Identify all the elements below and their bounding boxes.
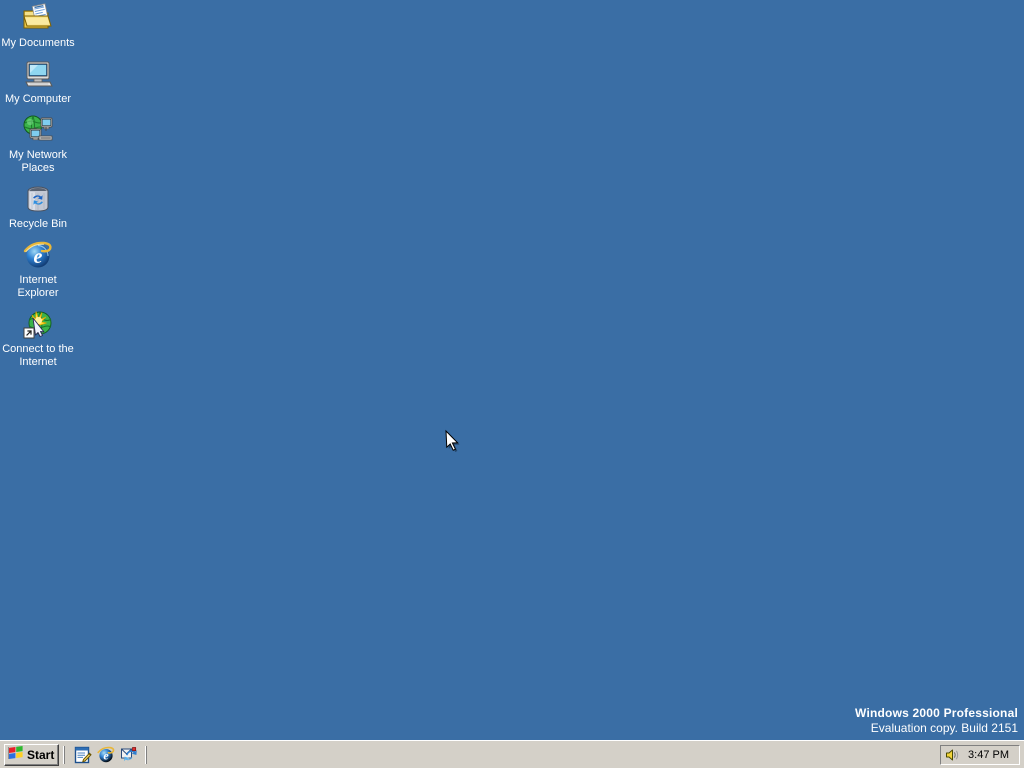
show-desktop-icon[interactable] [73,745,93,765]
desktop-icon-label: My Computer [4,93,72,105]
watermark-product-name: Windows 2000 Professional [855,706,1018,720]
desktop-icon-my-documents[interactable]: My Documents [0,2,76,50]
outlook-express-icon[interactable] [119,745,139,765]
internet-explorer-icon: e [22,239,54,271]
taskbar[interactable]: Start e 3:47 PM [0,740,1024,768]
desktop-icon-label: Internet Explorer [17,274,59,299]
mouse-cursor-arrow-pointer [443,428,463,456]
watermark-build-info: Evaluation copy. Build 2151 [870,721,1018,735]
desktop-icon-internet-explorer[interactable]: e Internet Explorer [0,239,76,300]
connect-internet-icon [22,308,54,340]
recycle-bin-icon [22,183,54,215]
taskbar-clock[interactable]: 3:47 PM [964,749,1015,761]
folder-documents-icon [22,2,54,34]
start-button-label: Start [27,747,55,762]
desktop-surface[interactable]: My Documents My Computer My Network Plac… [0,0,1024,740]
windows-version-watermark: Windows 2000 Professional Evaluation cop… [855,706,1018,736]
desktop-icon-recycle-bin[interactable]: Recycle Bin [0,183,76,231]
quick-launch-bar[interactable]: e [71,744,141,766]
desktop-icon-connect-to-internet[interactable]: Connect to the Internet [0,308,76,369]
windows-flag-icon [8,745,24,765]
task-buttons-area[interactable] [153,744,940,766]
system-tray[interactable]: 3:47 PM [940,744,1020,765]
quick-launch-grip[interactable] [62,745,68,765]
desktop-icon-my-computer[interactable]: My Computer [0,58,76,106]
network-places-icon [22,114,54,146]
svg-text:e: e [104,748,110,762]
taskbar-grip[interactable] [144,745,150,765]
internet-explorer-icon[interactable]: e [96,745,116,765]
desktop-icon-label: Recycle Bin [8,218,68,230]
desktop-icon-my-network-places[interactable]: My Network Places [0,114,76,175]
start-button[interactable]: Start [4,743,60,766]
svg-text:e: e [34,246,43,268]
computer-icon [22,58,54,90]
desktop-icon-label: Connect to the Internet [2,343,74,368]
desktop-icon-grid: My Documents My Computer My Network Plac… [0,2,76,377]
desktop-icon-label: My Network Places [8,149,68,174]
desktop-icon-label: My Documents [1,37,75,49]
speaker-icon[interactable] [944,747,960,763]
